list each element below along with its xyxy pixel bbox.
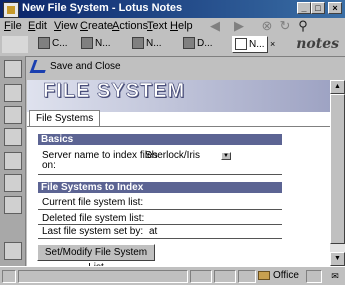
form-banner: FILE SYSTEM — [27, 80, 330, 112]
todo-icon[interactable] — [4, 128, 22, 146]
help-icon[interactable] — [4, 242, 22, 260]
title-bar[interactable]: New File System - Lotus Notes _ □ × — [0, 0, 345, 18]
menu-view[interactable]: View — [54, 20, 78, 32]
tab-window-5-active[interactable]: N... — [232, 36, 268, 53]
vertical-scrollbar[interactable]: ▲ ▼ — [330, 80, 345, 266]
server-name-value[interactable]: Sherlock/Iris — [145, 150, 200, 161]
dropdown-arrow-icon[interactable]: ▼ — [221, 152, 231, 160]
menu-file[interactable]: File — [4, 20, 22, 32]
notes-logo: notes — [296, 36, 339, 52]
search-icon[interactable]: ⚲ — [296, 19, 310, 33]
menu-edit[interactable]: Edit — [28, 20, 47, 32]
tab-file-systems[interactable]: File Systems — [29, 110, 101, 126]
workspace-icon[interactable] — [2, 36, 28, 53]
menu-create[interactable]: Create — [80, 20, 113, 32]
action-bar: Save and Close — [26, 57, 345, 79]
server-name-field[interactable]: Sherlock/Iris ▼ — [145, 150, 231, 162]
window-tab-bar: C... N... N... D... N... × — [0, 34, 345, 57]
refresh-icon[interactable]: ↻ — [278, 19, 292, 33]
status-message-area[interactable] — [18, 270, 188, 283]
window-title: New File System - Lotus Notes — [22, 2, 183, 14]
save-and-close-button[interactable]: Save and Close — [29, 60, 121, 73]
section-basics: Basics — [38, 134, 282, 145]
scroll-thumb[interactable] — [330, 94, 345, 244]
last-set-by-label: Last file system set by: — [42, 226, 144, 237]
address-book-icon[interactable] — [4, 106, 22, 124]
tab-window-3[interactable]: N... — [130, 36, 168, 53]
divider — [38, 238, 282, 239]
bookmark-bar — [0, 56, 26, 266]
tools-icon[interactable] — [4, 196, 22, 214]
status-box[interactable] — [190, 270, 212, 283]
menu-text[interactable]: Text — [147, 20, 167, 32]
app-icon[interactable] — [3, 2, 19, 18]
close-tab-icon[interactable]: × — [270, 40, 278, 49]
deleted-list-label: Deleted file system list: — [42, 213, 145, 224]
database-icon — [38, 37, 50, 50]
database-icon — [183, 37, 195, 50]
close-button[interactable]: × — [328, 2, 342, 14]
minimize-button[interactable]: _ — [297, 2, 311, 14]
database-icon — [132, 37, 144, 50]
location-icon — [258, 270, 270, 280]
menu-bar: File Edit View Create Actions Text Help … — [0, 18, 345, 34]
document-pane: FILE SYSTEM File Systems Basics Server n… — [27, 80, 330, 266]
divider — [38, 209, 282, 210]
tab-window-4[interactable]: D... — [181, 36, 221, 53]
favorites-icon[interactable] — [4, 174, 22, 192]
divider — [38, 174, 282, 175]
status-bar: Office ✉ — [0, 266, 345, 285]
save-and-close-icon — [29, 60, 50, 73]
calendar-icon[interactable] — [4, 84, 22, 102]
divider — [38, 224, 282, 225]
status-box[interactable] — [238, 270, 256, 283]
menu-actions[interactable]: Actions — [112, 20, 148, 32]
form-title: FILE SYSTEM — [43, 80, 186, 102]
tab-window-1[interactable]: C... — [36, 36, 70, 53]
status-box[interactable] — [214, 270, 236, 283]
mail-icon[interactable] — [4, 60, 22, 78]
tab-divider — [27, 126, 330, 127]
database-icon — [81, 37, 93, 50]
set-modify-file-system-list-button[interactable]: Set/Modify File System List — [37, 244, 155, 266]
maximize-button[interactable]: □ — [311, 2, 325, 14]
forward-arrow-icon[interactable]: ▶ — [232, 19, 246, 33]
stop-icon[interactable]: ⊗ — [260, 19, 274, 33]
location-selector[interactable]: Office — [258, 270, 299, 283]
replicator-icon[interactable] — [4, 152, 22, 170]
scroll-up-button[interactable]: ▲ — [330, 80, 345, 94]
section-file-systems-to-index: File Systems to Index — [38, 182, 282, 193]
tab-window-2[interactable]: N... — [79, 36, 117, 53]
status-indicator[interactable] — [2, 270, 16, 283]
status-box[interactable] — [306, 270, 322, 283]
server-name-label-cont: on: — [42, 160, 56, 171]
current-list-label: Current file system list: — [42, 197, 144, 208]
back-arrow-icon[interactable]: ◀ — [208, 19, 222, 33]
document-icon — [235, 38, 247, 51]
last-set-by-at: at — [149, 226, 158, 237]
menu-help[interactable]: Help — [170, 20, 193, 32]
scroll-down-button[interactable]: ▼ — [330, 252, 345, 266]
server-name-label: Server name to index files — [42, 150, 158, 161]
inbox-icon[interactable]: ✉ — [328, 270, 342, 283]
